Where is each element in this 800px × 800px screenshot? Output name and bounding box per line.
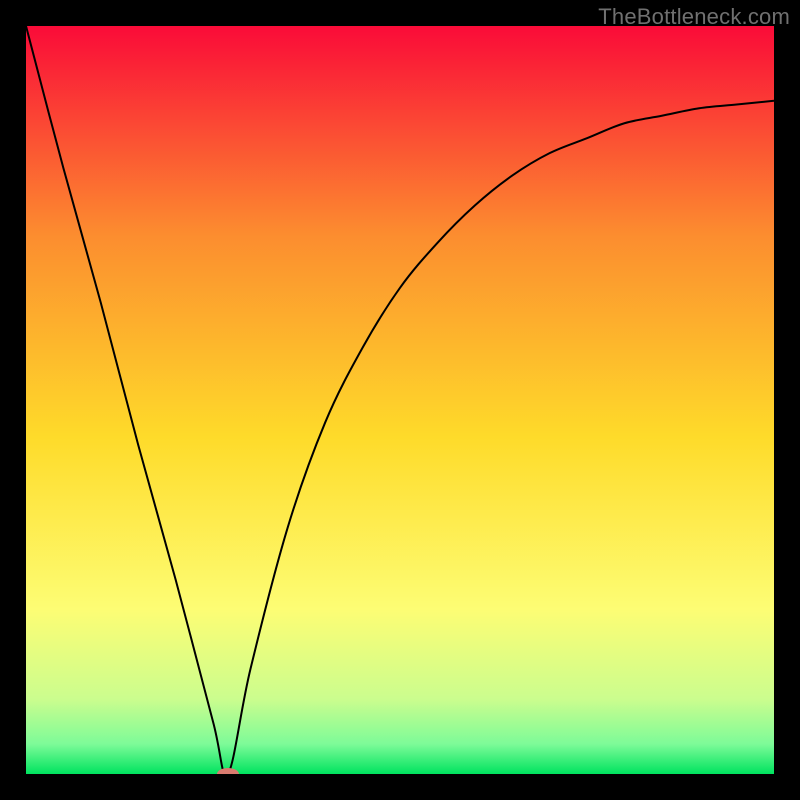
gradient-background: [26, 26, 774, 774]
chart-svg: [26, 26, 774, 774]
plot-area: [26, 26, 774, 774]
chart-frame: TheBottleneck.com: [0, 0, 800, 800]
watermark-text: TheBottleneck.com: [598, 4, 790, 30]
